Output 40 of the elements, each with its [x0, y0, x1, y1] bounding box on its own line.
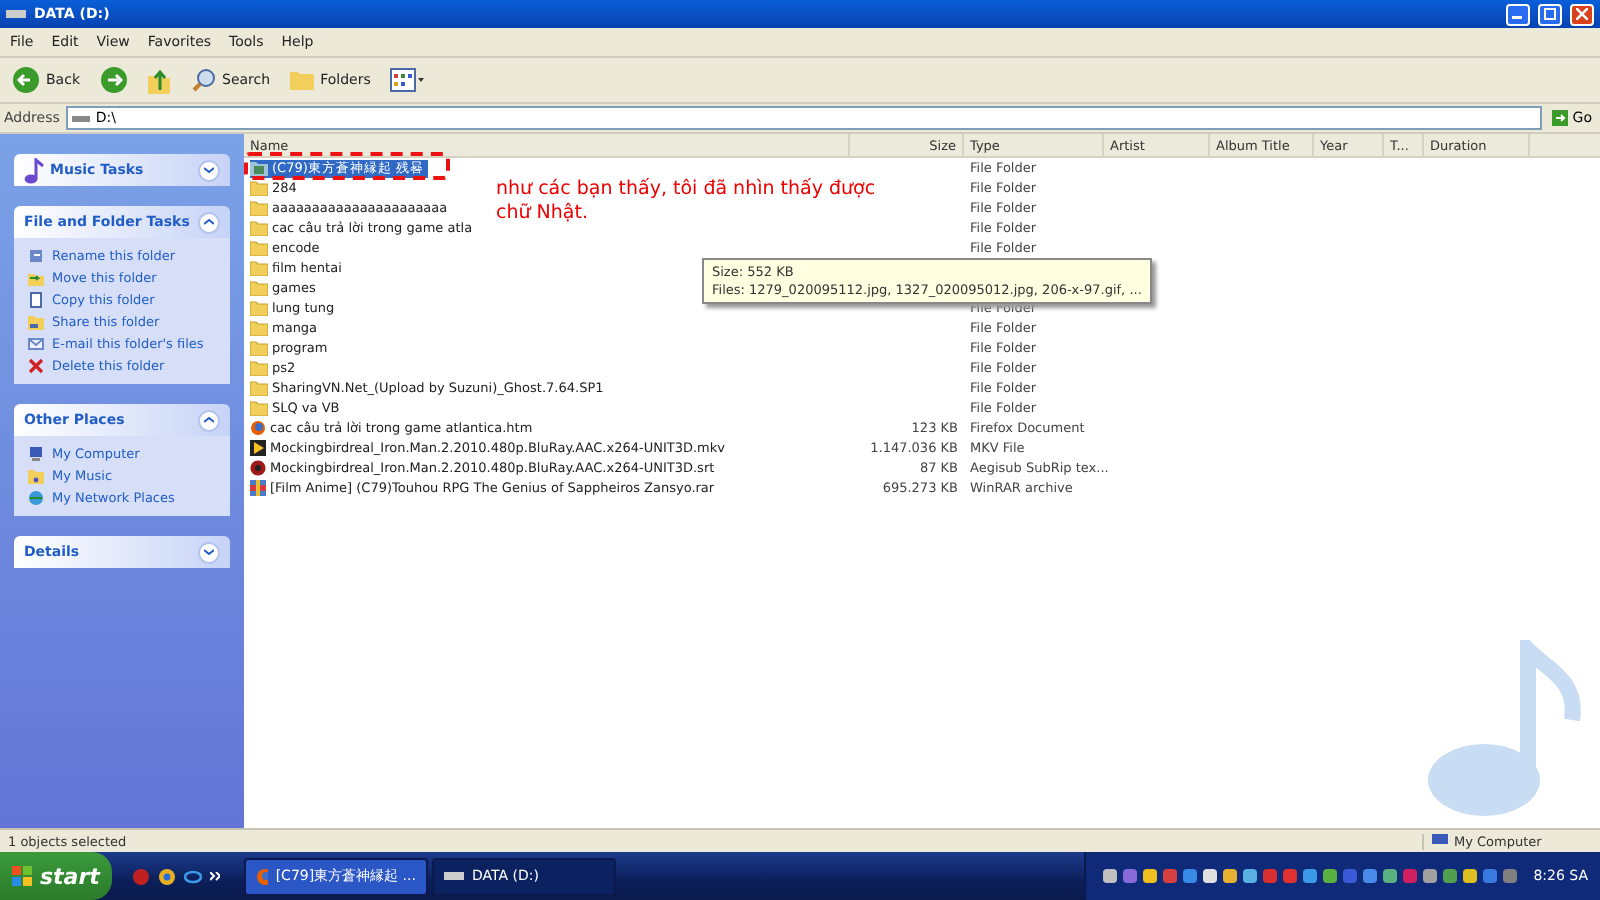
windows-logo-icon	[12, 866, 32, 886]
delete-icon	[28, 358, 44, 374]
maximize-button[interactable]	[1538, 3, 1562, 25]
start-button[interactable]: start	[0, 852, 112, 900]
views-icon	[390, 68, 427, 92]
drive-icon	[71, 113, 90, 123]
globe-icon	[256, 867, 268, 885]
folder-icon	[290, 70, 315, 90]
shared-folder-icon	[28, 314, 44, 330]
forward-button[interactable]	[96, 66, 132, 94]
close-button[interactable]	[1570, 3, 1594, 25]
folder-arrow-icon	[28, 270, 44, 286]
chevron-icon[interactable]	[198, 211, 220, 233]
play-icon	[250, 440, 266, 456]
drive-icon	[6, 8, 26, 20]
go-arrow-icon	[1552, 110, 1569, 126]
eye-icon	[250, 460, 266, 476]
drive-icon	[444, 870, 464, 882]
music-note-icon	[1424, 640, 1584, 820]
music-note-icon	[24, 157, 44, 183]
folder-up-icon	[148, 67, 172, 93]
minimize-button[interactable]	[1506, 3, 1530, 25]
chevron-icon[interactable]	[198, 541, 220, 563]
globe-icon	[250, 420, 266, 436]
chevron-icon[interactable]	[198, 409, 220, 431]
close-icon	[1576, 8, 1588, 20]
up-folder-button[interactable]	[144, 67, 176, 93]
chevron-icon[interactable]	[198, 159, 220, 181]
page-icon	[28, 292, 44, 308]
music-folder-icon	[28, 468, 44, 484]
quick-launch-icon[interactable]	[132, 867, 150, 885]
rename-icon	[28, 248, 44, 264]
maximize-icon	[1544, 8, 1556, 20]
search-icon	[192, 68, 216, 92]
computer-icon	[1432, 834, 1448, 848]
computer-icon	[28, 446, 44, 462]
globe-icon	[28, 490, 44, 506]
envelope-icon	[28, 336, 44, 352]
picture-folder-icon	[250, 160, 268, 176]
archive-icon	[250, 480, 266, 496]
